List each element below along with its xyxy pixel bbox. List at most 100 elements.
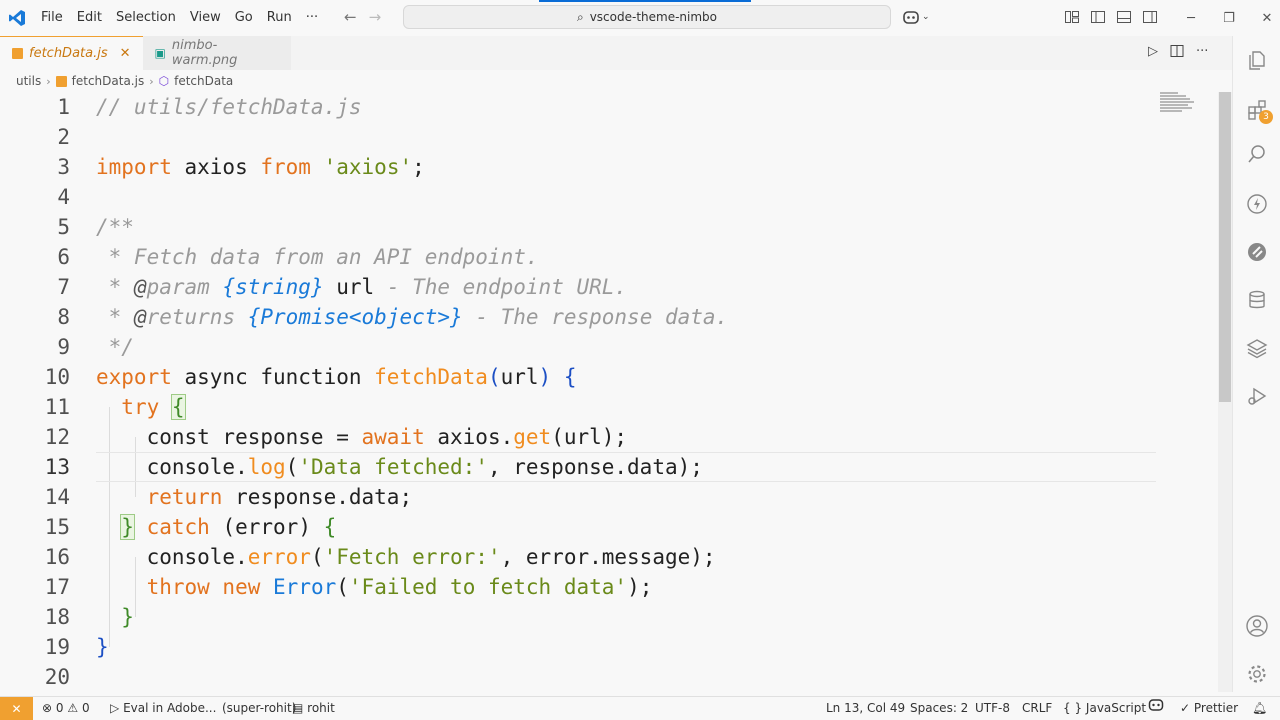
line-number: 13: [44, 455, 70, 479]
close-window-icon[interactable]: ✕: [1248, 0, 1280, 36]
line-number: 16: [44, 545, 70, 569]
line-number: 6: [57, 245, 70, 269]
breadcrumb-file[interactable]: fetchData.js: [72, 74, 145, 88]
activity-bar: 3: [1232, 36, 1280, 692]
eval-status[interactable]: ▷ Eval in Adobe...: [110, 697, 216, 720]
search-icon: ⌕: [576, 9, 584, 24]
scrollbar-thumb[interactable]: [1219, 92, 1231, 402]
code-line: 15 } catch (error) {: [0, 512, 1218, 542]
menu-bar: File Edit Selection View Go Run ···: [34, 0, 325, 36]
breadcrumb-symbol[interactable]: fetchData: [174, 74, 233, 88]
account-icon[interactable]: [1243, 612, 1271, 640]
tab-label: nimbo-warm.png: [171, 38, 238, 68]
prettier-status[interactable]: ✓ Prettier: [1180, 697, 1238, 720]
code-editor[interactable]: 1// utils/fetchData.js 2 3 import axios f…: [0, 92, 1218, 692]
warning-icon: ⚠: [67, 701, 79, 715]
restore-icon[interactable]: ❐: [1210, 0, 1248, 36]
menu-selection[interactable]: Selection: [109, 0, 183, 36]
image-file-icon: ▣: [154, 46, 166, 60]
breadcrumb-folder[interactable]: utils: [16, 74, 41, 88]
code-line: 2: [0, 122, 1218, 152]
command-center-search[interactable]: ⌕ vscode-theme-nimbo: [403, 5, 891, 29]
code-line: 18 }: [0, 602, 1218, 632]
warning-count: 0: [81, 701, 90, 715]
cursor-position[interactable]: Ln 13, Col 49: [826, 697, 905, 720]
encoding-status[interactable]: UTF-8: [975, 697, 1010, 720]
toggle-secondary-sidebar-icon[interactable]: [1142, 9, 1158, 25]
tab-fetchdata[interactable]: fetchData.js ✕: [0, 36, 143, 70]
explorer-icon[interactable]: [1243, 46, 1271, 74]
line-number: 3: [57, 155, 70, 179]
braces-icon: { }: [1063, 701, 1083, 715]
error-count: 0: [55, 701, 64, 715]
run-debug-icon[interactable]: [1243, 382, 1271, 410]
code-line: 20: [0, 662, 1218, 692]
prettier-label: Prettier: [1193, 701, 1239, 715]
js-file-icon: [55, 75, 67, 87]
search-icon[interactable]: [1243, 140, 1271, 168]
status-bar: ✕ ⊗ 0 ⚠ 0 ▷ Eval in Adobe... (super-rohi…: [0, 696, 1280, 720]
code-line: 11 try {: [0, 392, 1218, 422]
remote-indicator-icon[interactable]: ✕: [0, 697, 33, 720]
indentation-status[interactable]: Spaces: 2: [910, 697, 968, 720]
code-line: 14 return response.data;: [0, 482, 1218, 512]
lightning-icon[interactable]: [1243, 190, 1271, 218]
back-arrow-icon[interactable]: ←: [344, 8, 357, 26]
line-number: 18: [44, 605, 70, 629]
code-line: 7 * @param {string} url - The endpoint U…: [0, 272, 1218, 302]
focus-indicator: [539, 0, 751, 2]
minimize-icon[interactable]: ─: [1172, 0, 1210, 36]
line-number: 12: [44, 425, 70, 449]
chevron-right-icon: ›: [46, 74, 51, 88]
extensions-badge: 3: [1259, 110, 1273, 124]
title-bar: File Edit Selection View Go Run ··· ← → …: [0, 0, 1280, 36]
more-actions-icon[interactable]: ···: [1196, 44, 1208, 59]
gear-icon[interactable]: [1243, 660, 1271, 688]
forward-arrow-icon[interactable]: →: [369, 8, 382, 26]
line-number: 9: [57, 335, 70, 359]
eol-status[interactable]: CRLF: [1022, 697, 1052, 720]
code-line: 9 */: [0, 332, 1218, 362]
copilot-status-icon[interactable]: [1148, 697, 1164, 720]
line-number: 10: [44, 365, 70, 389]
bell-icon[interactable]: 🔔︎: [1252, 697, 1267, 720]
code-line: 16 console.error('Fetch error:', error.m…: [0, 542, 1218, 572]
check-double-icon: ✓: [1180, 701, 1191, 715]
branch-status[interactable]: (super-rohit): [222, 697, 296, 720]
line-number: 20: [44, 665, 70, 689]
chevron-right-icon: ›: [149, 74, 154, 88]
close-tab-icon[interactable]: ✕: [120, 46, 131, 61]
toggle-sidebar-icon[interactable]: [1090, 9, 1106, 25]
user-status[interactable]: ▤ rohit: [292, 697, 335, 720]
menu-go[interactable]: Go: [228, 0, 260, 36]
vertical-scrollbar[interactable]: [1218, 92, 1232, 692]
code-line: 4: [0, 182, 1218, 212]
code-line: 5/**: [0, 212, 1218, 242]
database-icon[interactable]: [1243, 286, 1271, 314]
code-line: 10 export async function fetchData(url) {: [0, 362, 1218, 392]
menu-view[interactable]: View: [183, 0, 228, 36]
language-status[interactable]: { } JavaScript: [1063, 697, 1146, 720]
user-label: rohit: [307, 701, 335, 715]
symbol-method-icon: ⬡: [158, 74, 170, 88]
code-line: 6 * Fetch data from an API endpoint.: [0, 242, 1218, 272]
menu-file[interactable]: File: [34, 0, 70, 36]
run-icon[interactable]: ▷: [1148, 44, 1158, 59]
tab-nimbo-warm[interactable]: ▣ nimbo-warm.png: [142, 36, 291, 70]
database-small-icon: ▤: [292, 701, 304, 715]
menu-edit[interactable]: Edit: [70, 0, 109, 36]
line-number: 2: [57, 125, 70, 149]
layers-icon[interactable]: [1243, 334, 1271, 362]
minimap[interactable]: [1160, 92, 1196, 122]
customize-layout-icon[interactable]: [1064, 9, 1080, 25]
chevron-down-icon: ⌄: [922, 12, 930, 22]
code-line: 17 throw new Error('Failed to fetch data…: [0, 572, 1218, 602]
toggle-panel-icon[interactable]: [1116, 9, 1132, 25]
remote-explorer-icon[interactable]: [1243, 238, 1271, 266]
menu-more[interactable]: ···: [299, 0, 325, 36]
split-editor-icon[interactable]: [1170, 44, 1184, 58]
problems-indicator[interactable]: ⊗ 0 ⚠ 0: [42, 697, 90, 720]
copilot-menu-button[interactable]: ⌄: [902, 9, 930, 25]
code-line: 8 * @returns {Promise<object>} - The res…: [0, 302, 1218, 332]
menu-run[interactable]: Run: [260, 0, 299, 36]
